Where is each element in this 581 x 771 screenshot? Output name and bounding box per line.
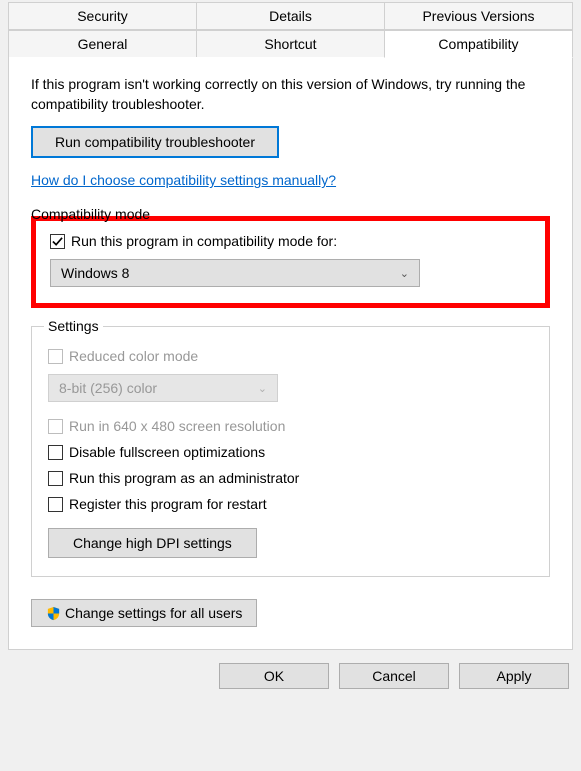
low-res-checkbox [48,419,63,434]
tab-previous-versions[interactable]: Previous Versions [384,2,573,30]
settings-legend: Settings [44,318,103,334]
compatibility-mode-group: Compatibility mode Run this program in c… [31,206,550,308]
chevron-down-icon: ⌄ [258,382,267,395]
tab-strip: Security Details Previous Versions Gener… [0,0,581,58]
reduced-color-label: Reduced color mode [69,348,198,364]
low-res-label: Run in 640 x 480 screen resolution [69,418,285,434]
shield-icon [46,606,61,621]
settings-group: Settings Reduced color mode 8-bit (256) … [31,318,550,577]
reduced-color-checkbox [48,349,63,364]
tab-general[interactable]: General [8,30,197,58]
properties-dialog: Security Details Previous Versions Gener… [0,0,581,701]
compat-mode-select[interactable]: Windows 8 ⌄ [50,259,420,287]
apply-button[interactable]: Apply [459,663,569,689]
register-restart-checkbox[interactable] [48,497,63,512]
run-admin-label[interactable]: Run this program as an administrator [69,470,299,486]
color-mode-select: 8-bit (256) color ⌄ [48,374,278,402]
intro-text: If this program isn't working correctly … [31,75,550,114]
change-dpi-button[interactable]: Change high DPI settings [48,528,257,558]
tab-details[interactable]: Details [196,2,385,30]
checkmark-icon [52,236,63,247]
tab-security[interactable]: Security [8,2,197,30]
dialog-button-row: OK Cancel Apply [0,651,581,701]
ok-button[interactable]: OK [219,663,329,689]
disable-fullscreen-label[interactable]: Disable fullscreen optimizations [69,444,265,460]
highlight-box: Run this program in compatibility mode f… [31,216,550,308]
disable-fullscreen-checkbox[interactable] [48,445,63,460]
manual-settings-link[interactable]: How do I choose compatibility settings m… [31,172,336,188]
change-all-users-label: Change settings for all users [65,605,242,621]
run-admin-checkbox[interactable] [48,471,63,486]
compatibility-panel: If this program isn't working correctly … [8,57,573,650]
register-restart-label[interactable]: Register this program for restart [69,496,267,512]
compatibility-mode-legend: Compatibility mode [27,206,154,222]
run-troubleshooter-button[interactable]: Run compatibility troubleshooter [31,126,279,158]
tab-compatibility[interactable]: Compatibility [384,30,573,58]
tab-shortcut[interactable]: Shortcut [196,30,385,58]
color-mode-selected-value: 8-bit (256) color [59,380,157,396]
cancel-button[interactable]: Cancel [339,663,449,689]
compat-mode-label[interactable]: Run this program in compatibility mode f… [71,233,337,249]
compat-mode-checkbox[interactable] [50,234,65,249]
change-all-users-button[interactable]: Change settings for all users [31,599,257,627]
chevron-down-icon: ⌄ [400,267,409,280]
compat-mode-selected-value: Windows 8 [61,265,129,281]
